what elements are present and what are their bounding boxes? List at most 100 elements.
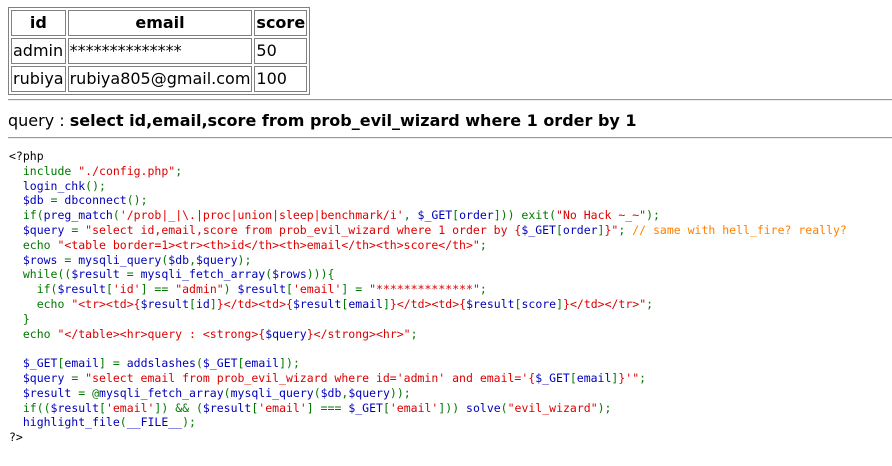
- code-token: [: [569, 370, 577, 385]
- code-token: }</td><td>{: [216, 296, 293, 311]
- code-token: "No Hack ~_~": [556, 208, 647, 223]
- cell-id: rubiya: [11, 66, 66, 92]
- code-token: dbconnect: [64, 193, 127, 208]
- code-token: ;: [175, 163, 183, 178]
- code-line: $db = dbconnect();: [9, 193, 148, 207]
- code-token: $result: [292, 296, 342, 311]
- code-token: ): [223, 282, 238, 297]
- code-token: 'email': [258, 400, 307, 415]
- code-token: ));: [389, 385, 411, 400]
- code-token: email: [576, 370, 612, 385]
- code-line: if(preg_match('/prob|_|\.|proc|union|sle…: [9, 208, 660, 222]
- code-token: (: [112, 208, 120, 223]
- code-token: $result: [466, 296, 515, 311]
- code-token: =: [71, 370, 86, 385]
- code-line: include "./config.php";: [9, 164, 182, 178]
- code-token: ;: [410, 326, 418, 341]
- code-token: $query: [9, 370, 72, 385]
- code-token: preg_match: [43, 208, 113, 223]
- code-token: =: [64, 252, 79, 267]
- code-token: '/prob|_|\.|proc|union|sleep|benchmark/i…: [119, 208, 404, 223]
- code-token: $_GET: [521, 222, 556, 237]
- code-token: ] =: [341, 282, 370, 297]
- code-token: "<tr><td>{: [71, 296, 141, 311]
- code-token: = @: [78, 385, 100, 400]
- code-token: "admin": [175, 282, 224, 297]
- code-token: (: [313, 385, 321, 400]
- code-token: order: [459, 208, 494, 223]
- code-token: $db: [320, 385, 342, 400]
- code-token: include: [22, 163, 79, 178]
- code-token: $db: [9, 193, 51, 208]
- code-line: echo "<tr><td>{$result[id]}</td><td>{$re…: [9, 297, 653, 311]
- code-token: "<table border=1><tr><th>id</th><th>emai…: [57, 237, 480, 252]
- code-token: ;: [479, 282, 487, 297]
- code-token: email: [348, 296, 383, 311]
- code-token: echo: [9, 326, 58, 341]
- code-token: =: [71, 222, 86, 237]
- code-token: [: [286, 282, 293, 297]
- code-line: [9, 341, 16, 355]
- code-token: }'": [618, 370, 640, 385]
- results-table: id email score admin ************** 50 r…: [8, 7, 311, 95]
- code-line: }: [9, 312, 30, 326]
- code-token: id: [195, 296, 210, 311]
- code-token: $rows: [9, 252, 65, 267]
- code-token: score: [521, 296, 557, 311]
- table-row: rubiya rubiya805@gmail.com 100: [11, 66, 308, 92]
- code-token: // same with hell_fire? really?: [632, 222, 847, 237]
- horizontal-rule: [8, 137, 892, 139]
- code-token: ,: [189, 252, 196, 267]
- code-token: email: [244, 356, 280, 371]
- code-token: $result: [9, 385, 79, 400]
- code-token: $result: [140, 296, 190, 311]
- code-line: if($result['id'] == "admin") $result['em…: [9, 282, 487, 296]
- code-token: mysqli_fetch_array: [140, 267, 266, 282]
- code-line: $query = "select id,email,score from pro…: [9, 223, 847, 237]
- code-token: (: [119, 415, 127, 430]
- code-token: $_GET: [9, 356, 58, 371]
- code-token: __FILE__: [126, 415, 183, 430]
- code-token: order: [562, 222, 598, 237]
- code-line: $result = @mysqli_fetch_array(mysqli_que…: [9, 386, 411, 400]
- code-token: "./config.php": [78, 163, 176, 178]
- code-token: }": [604, 222, 619, 237]
- query-display: query : select id,email,score from prob_…: [8, 110, 637, 132]
- code-line: while(($result = mysqli_fetch_array($row…: [9, 267, 335, 282]
- page: id email score admin ************** 50 r…: [0, 0, 892, 466]
- code-token: "</table><hr>query : <strong>{: [57, 326, 266, 341]
- code-token: [: [189, 296, 196, 311]
- cell-id: admin: [11, 38, 66, 64]
- code-token: mysqli_query: [78, 252, 162, 267]
- code-token: highlight_file: [9, 415, 120, 430]
- code-token: ])): [438, 400, 467, 415]
- code-token: [: [105, 282, 113, 297]
- code-token: (: [500, 400, 508, 415]
- code-token: if((: [9, 400, 51, 415]
- code-token: $query: [348, 385, 390, 400]
- code-token: );: [646, 208, 660, 223]
- code-token: $query: [196, 252, 238, 267]
- code-token: ] ===: [306, 400, 349, 415]
- column-header-score: score: [254, 10, 308, 36]
- code-token: =: [126, 267, 141, 282]
- code-token: $query: [9, 222, 72, 237]
- code-token: if(: [9, 282, 58, 297]
- code-token: ;: [646, 296, 654, 311]
- code-token: ))){: [306, 267, 335, 282]
- code-token: $_GET: [535, 370, 570, 385]
- code-token: ,: [403, 208, 418, 223]
- code-token: }</td><td>{: [389, 296, 467, 311]
- code-token: addslashes: [126, 356, 196, 371]
- query-text: select id,email,score from prob_evil_wiz…: [69, 111, 637, 130]
- table-row: admin ************** 50: [11, 38, 308, 64]
- horizontal-rule: [8, 99, 892, 101]
- code-line: echo "<table border=1><tr><th>id</th><th…: [9, 238, 487, 252]
- code-token: echo: [9, 296, 72, 311]
- code-token: ?>: [9, 430, 23, 445]
- code-token: ();: [85, 178, 106, 193]
- code-token: ])) exit(: [493, 208, 557, 223]
- code-token: $result: [57, 282, 106, 297]
- cell-score: 100: [254, 66, 308, 92]
